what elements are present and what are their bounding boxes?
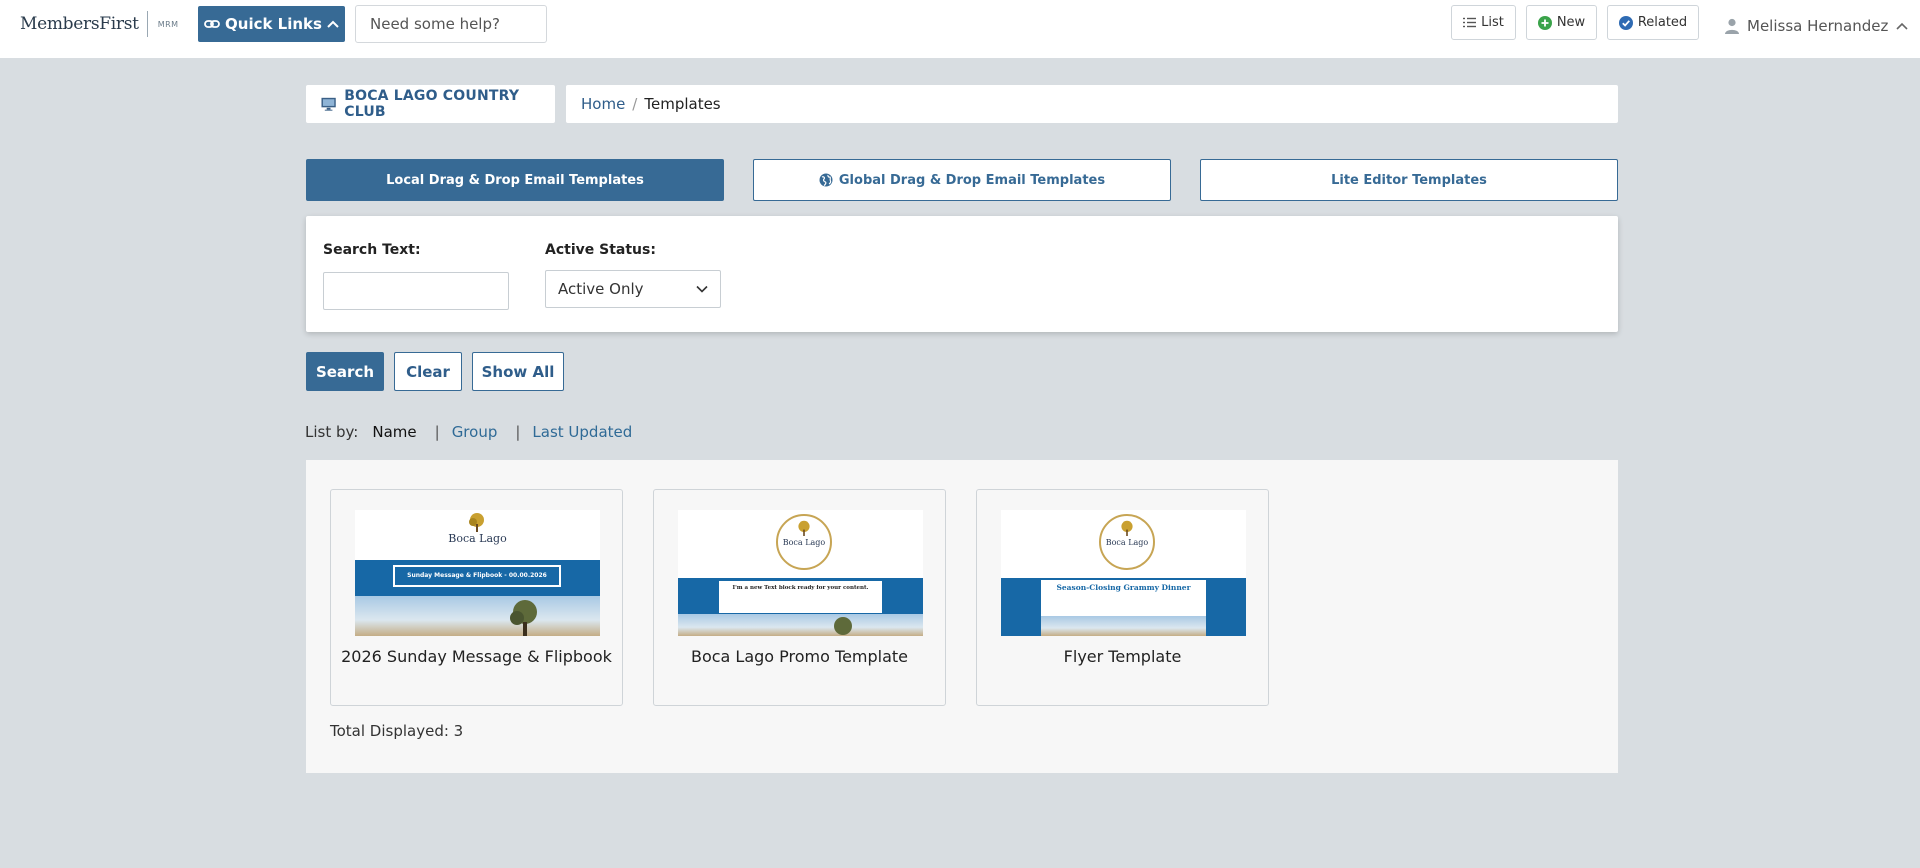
total-displayed: Total Displayed: 3: [330, 722, 464, 740]
quick-links-label: Quick Links: [225, 15, 322, 33]
globe-icon: [819, 173, 833, 187]
tab-label: Local Drag & Drop Email Templates: [386, 172, 644, 188]
template-name: 2026 Sunday Message & Flipbook: [341, 647, 612, 666]
template-gallery: Boca Lago Sunday Message & Flipbook - 00…: [306, 460, 1618, 773]
thumb-banner-text: Sunday Message & Flipbook - 00.00.2026: [407, 572, 547, 579]
thumb-photo: [355, 596, 600, 636]
breadcrumb-separator: /: [632, 95, 638, 113]
list-by-separator: |: [515, 423, 521, 441]
chevron-down-icon: [696, 285, 708, 293]
thumb-banner-text: Season-Closing Grammy Dinner: [1056, 583, 1191, 592]
tab-label: Global Drag & Drop Email Templates: [838, 172, 1106, 188]
related-label: Related: [1637, 15, 1688, 30]
thumb-photo: [1041, 616, 1206, 636]
club-name: BOCA LAGO COUNTRY CLUB: [344, 88, 520, 120]
list-label: List: [1481, 15, 1504, 30]
help-search-input[interactable]: [355, 5, 547, 43]
tab-lite-editor-templates[interactable]: Lite Editor Templates: [1200, 159, 1618, 201]
user-menu[interactable]: Melissa Hernandez: [1725, 14, 1908, 38]
tab-label: Lite Editor Templates: [1331, 172, 1487, 188]
chevron-up-icon: [327, 20, 339, 28]
new-label: New: [1556, 15, 1586, 30]
search-text-label: Search Text:: [323, 242, 421, 258]
logo-sub: MRM: [157, 19, 179, 29]
thumb-logo-text: Boca Lago: [1105, 538, 1149, 547]
active-status-value: Active Only: [558, 280, 644, 298]
active-status-label: Active Status:: [545, 242, 656, 258]
active-status-select[interactable]: Active Only: [545, 270, 721, 308]
thumb-seal: Boca Lago: [776, 514, 832, 570]
check-circle-icon: [1618, 15, 1633, 30]
tree-logo-icon: [1121, 520, 1133, 536]
app-logo[interactable]: MembersFirst MRM: [20, 10, 179, 38]
monitor-icon: [321, 97, 336, 111]
user-name: Melissa Hernandez: [1747, 17, 1889, 35]
list-by-bar: List by: Name | Group | Last Updated: [305, 421, 632, 443]
thumb-logo-text: Boca Lago: [782, 538, 826, 547]
clear-button[interactable]: Clear: [394, 352, 462, 391]
quick-links-button[interactable]: Quick Links: [198, 6, 345, 42]
related-button[interactable]: Related: [1607, 5, 1699, 40]
link-icon: [204, 20, 220, 28]
thumb-photo: [678, 614, 923, 636]
list-by-label: List by:: [305, 423, 359, 441]
template-thumbnail: Boca Lago Season-Closing Grammy Dinner: [1001, 510, 1246, 636]
logo-divider: [146, 11, 148, 37]
new-button[interactable]: New: [1526, 5, 1597, 40]
thumb-banner: Season-Closing Grammy Dinner: [1041, 580, 1206, 616]
template-thumbnail: Boca Lago Sunday Message & Flipbook - 00…: [355, 510, 600, 636]
list-by-name[interactable]: Name: [372, 423, 416, 441]
list-by-separator: |: [434, 423, 440, 441]
top-bar: MembersFirst MRM Quick Links List New Re…: [0, 0, 1920, 58]
search-text-input[interactable]: [323, 272, 509, 310]
thumb-banner: Sunday Message & Flipbook - 00.00.2026: [393, 565, 561, 587]
list-by-last-updated[interactable]: Last Updated: [532, 423, 632, 441]
list-button[interactable]: List: [1451, 5, 1516, 40]
thumb-banner-text: I'm a new Text block ready for your cont…: [732, 585, 869, 591]
template-card[interactable]: Boca Lago I'm a new Text block ready for…: [653, 489, 946, 706]
breadcrumb: Home / Templates: [566, 85, 1618, 123]
template-thumbnail: Boca Lago I'm a new Text block ready for…: [678, 510, 923, 636]
tree-logo-icon: [469, 513, 484, 532]
thumb-logo-text: Boca Lago: [448, 532, 507, 545]
plus-circle-icon: [1537, 15, 1552, 30]
template-name: Boca Lago Promo Template: [690, 647, 909, 666]
list-icon: [1463, 17, 1477, 28]
tab-global-drag-drop-templates[interactable]: Global Drag & Drop Email Templates: [753, 159, 1171, 201]
chevron-up-icon: [1896, 22, 1908, 30]
logo-text: MembersFirst: [20, 14, 139, 34]
search-button[interactable]: Search: [306, 352, 384, 391]
club-selector[interactable]: BOCA LAGO COUNTRY CLUB: [306, 85, 555, 123]
breadcrumb-home-link[interactable]: Home: [581, 95, 625, 113]
list-by-group[interactable]: Group: [452, 423, 498, 441]
filter-panel: Search Text: Active Status: Active Only: [306, 216, 1618, 332]
tree-photo-icon: [510, 600, 537, 636]
breadcrumb-current: Templates: [644, 95, 721, 113]
template-card[interactable]: Boca Lago Season-Closing Grammy Dinner F…: [976, 489, 1269, 706]
thumb-banner: I'm a new Text block ready for your cont…: [718, 580, 883, 614]
template-card[interactable]: Boca Lago Sunday Message & Flipbook - 00…: [330, 489, 623, 706]
show-all-button[interactable]: Show All: [472, 352, 564, 391]
tree-logo-icon: [798, 520, 810, 536]
thumb-seal: Boca Lago: [1099, 514, 1155, 570]
template-name: Flyer Template: [1063, 647, 1182, 666]
tree-photo-icon: [834, 617, 852, 635]
user-icon: [1725, 18, 1739, 34]
tab-local-drag-drop-templates[interactable]: Local Drag & Drop Email Templates: [306, 159, 724, 201]
